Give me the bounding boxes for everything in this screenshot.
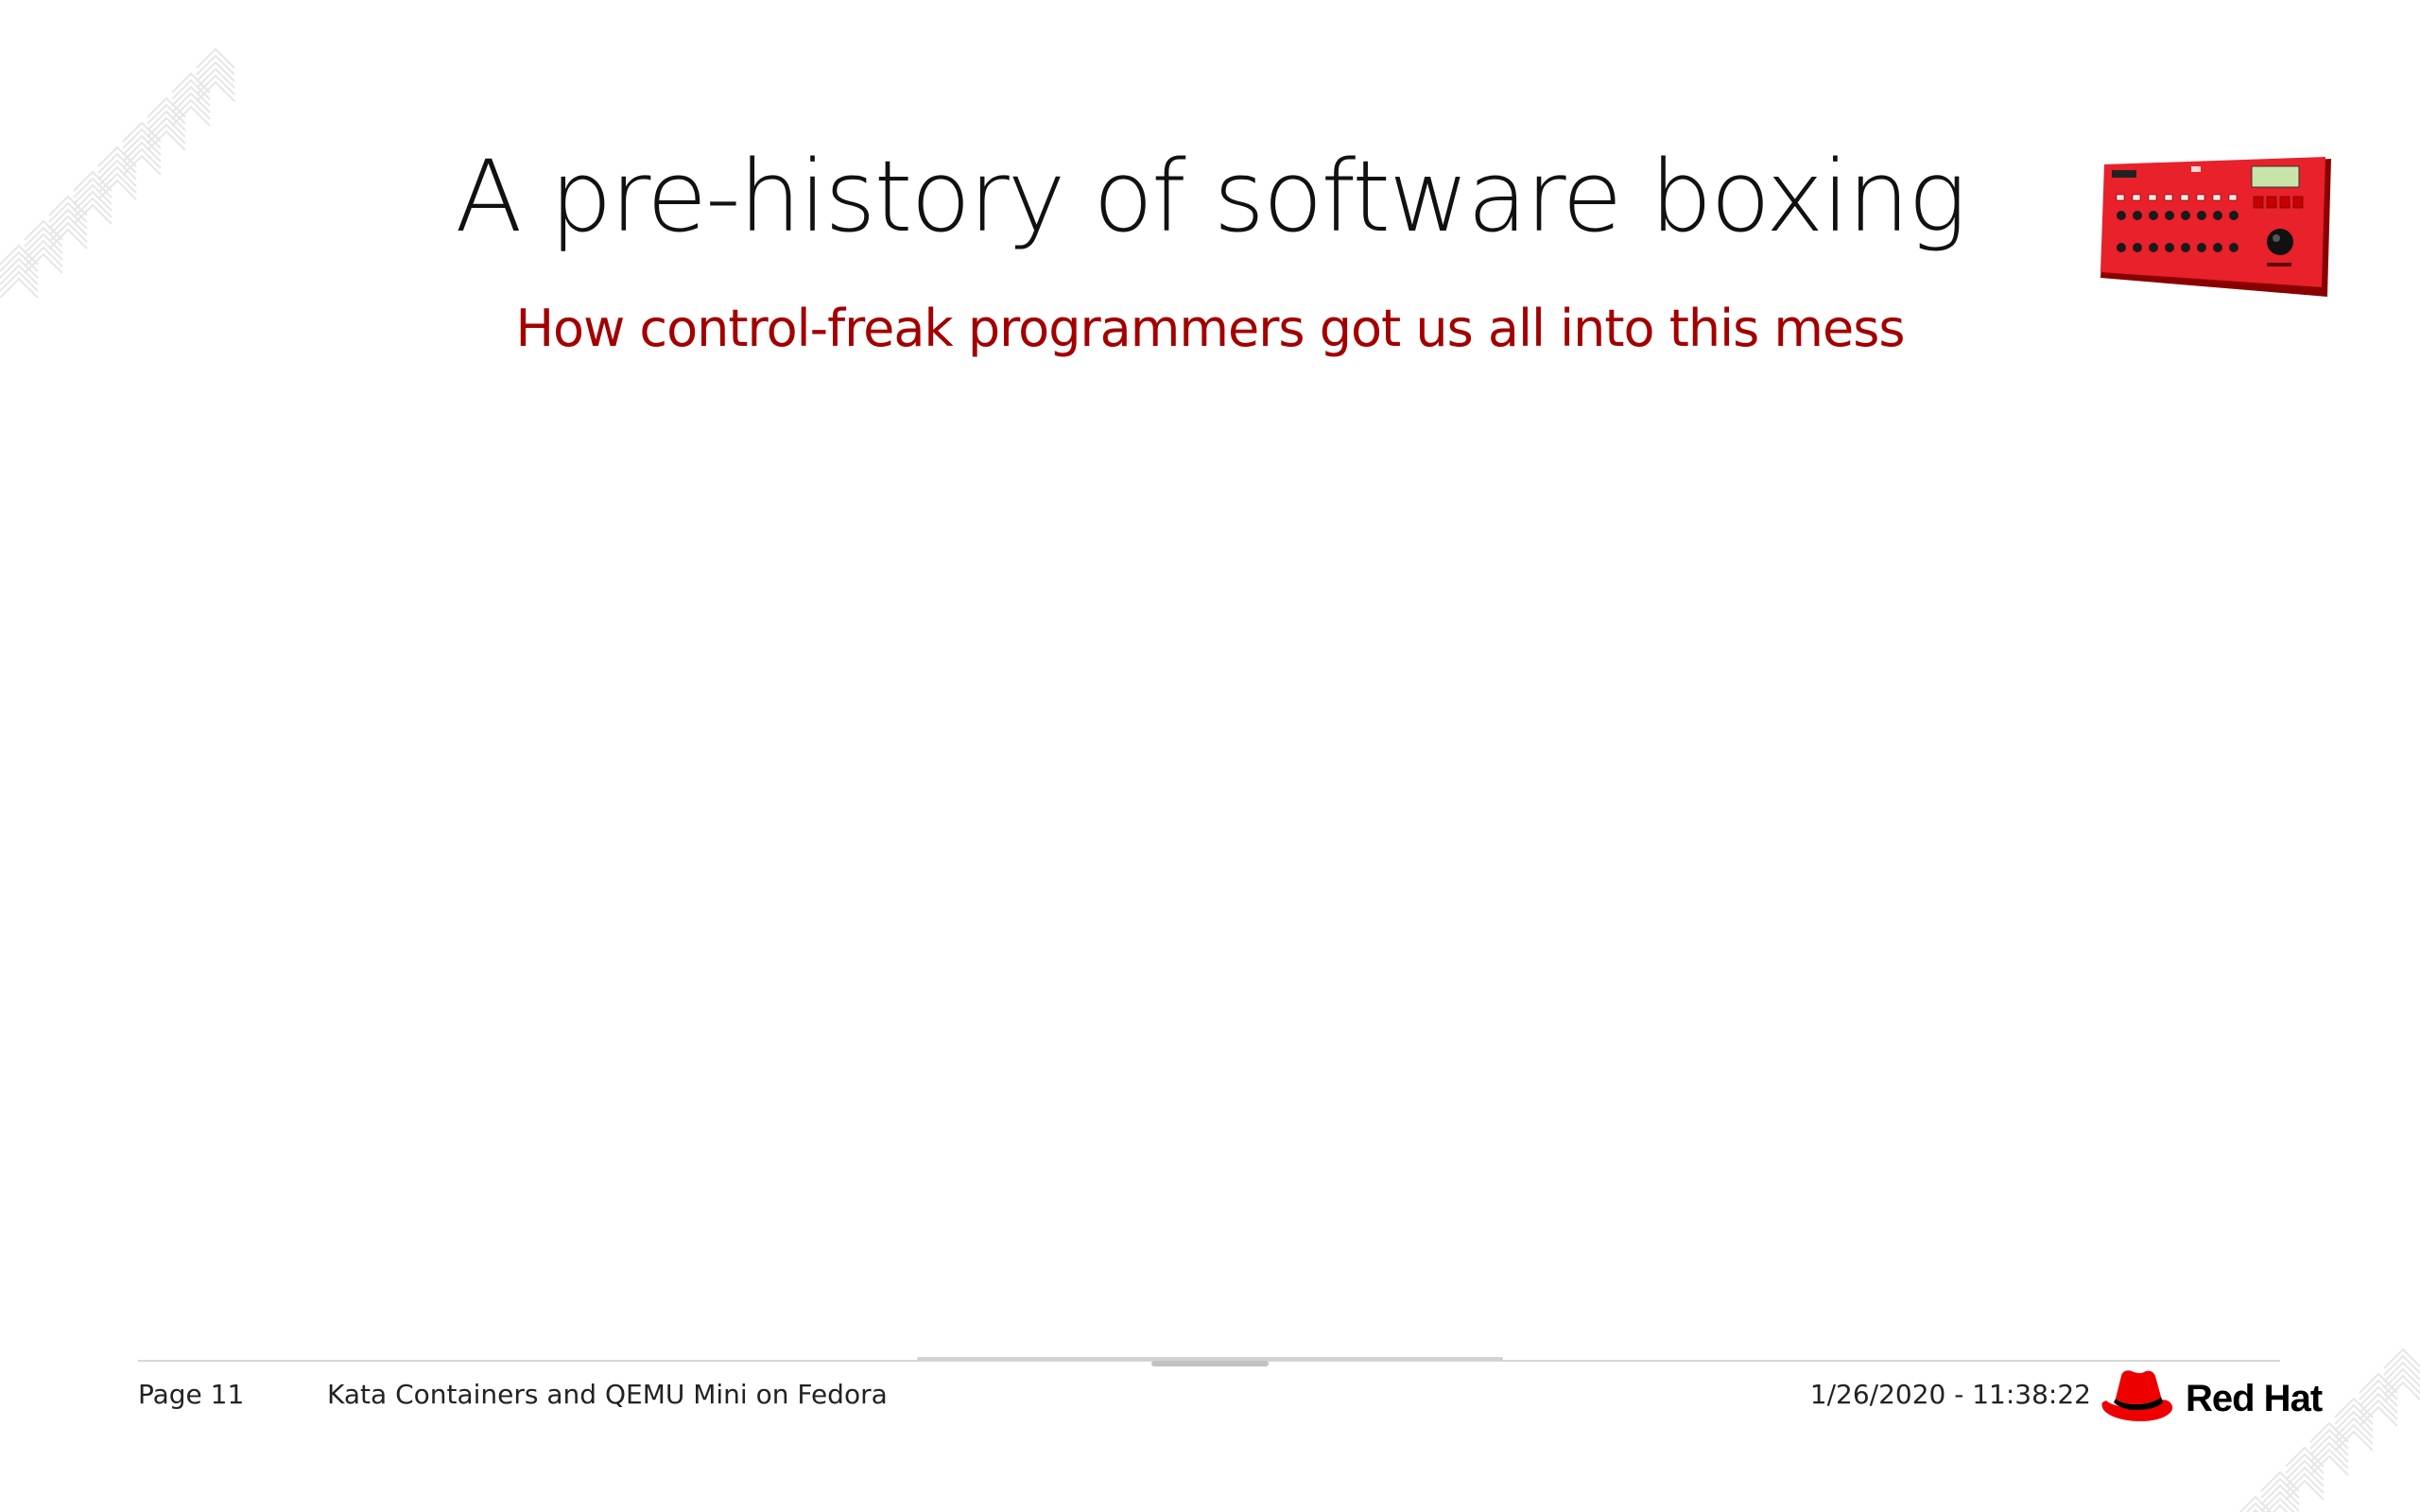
slide-scroll-thumb[interactable] [1151, 1361, 1269, 1366]
red-hat-wordmark: Red Hat [2186, 1378, 2323, 1419]
slide: A pre-history of software boxing How con… [0, 0, 2420, 1512]
date-time-stamp: 1/26/2020 - 11:38:22 [1809, 1379, 2091, 1410]
slide-title: A pre-history of software boxing [455, 139, 1966, 254]
red-synthesizer-device-image [2100, 157, 2331, 297]
red-hat-fedora-icon [2101, 1370, 2173, 1421]
slide-subtitle: How control-freak programmers got us all… [515, 299, 1905, 358]
page-number: Page 11 [138, 1379, 245, 1410]
presentation-title: Kata Containers and QEMU Mini on Fedora [327, 1379, 888, 1410]
red-hat-logo: Red Hat [2099, 1366, 2344, 1431]
